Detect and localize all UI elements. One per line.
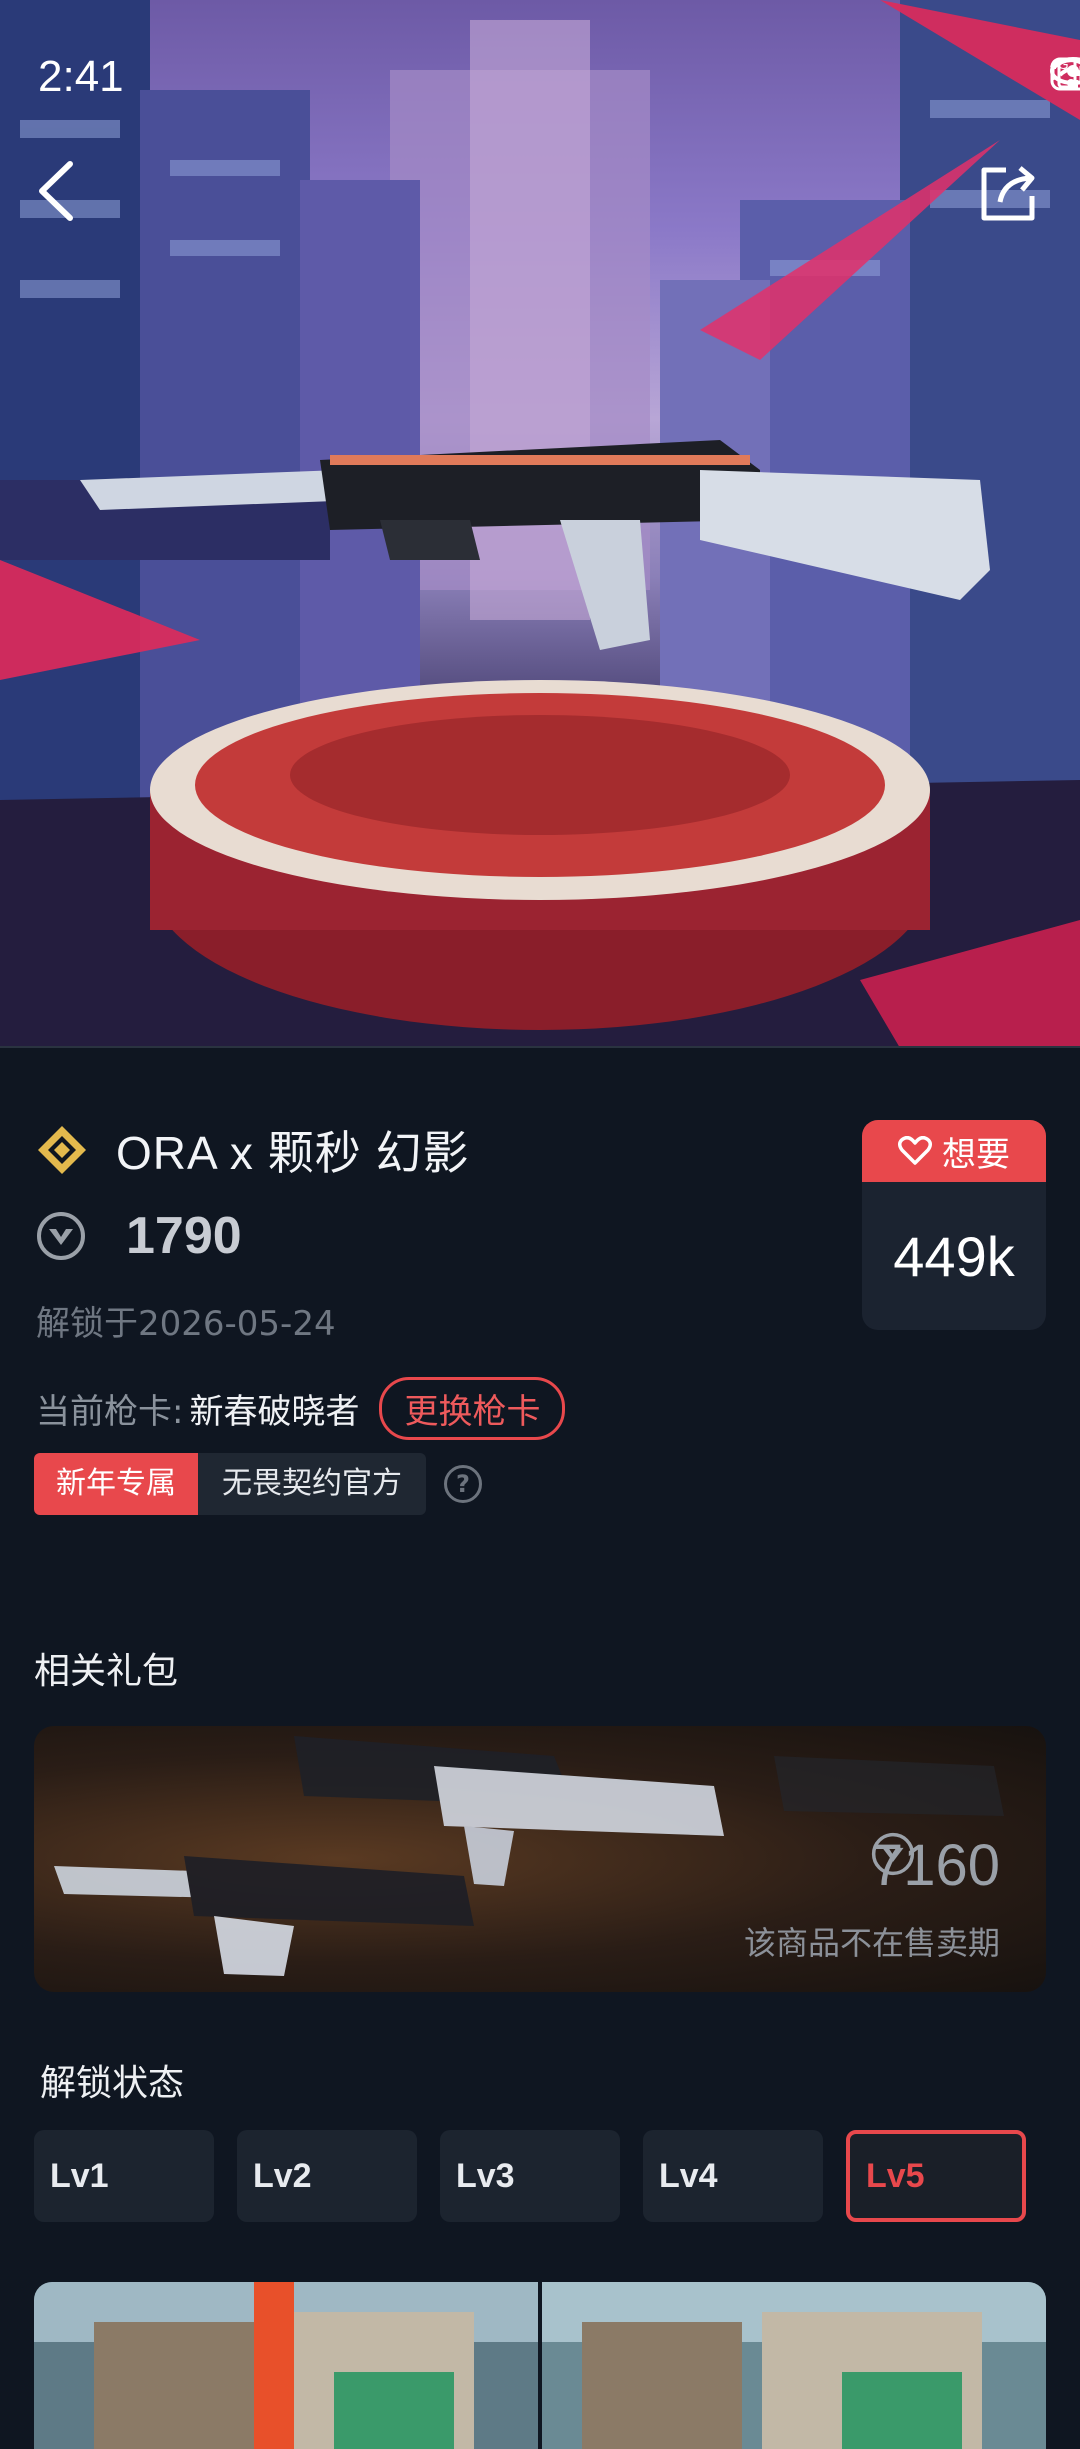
price-row: 1790	[36, 1200, 242, 1272]
current-card-row: 当前枪卡: 新春破晓者 更换枪卡	[36, 1376, 566, 1440]
heart-icon	[898, 1136, 932, 1165]
status-time: 2:41	[38, 52, 124, 101]
want-label: 想要	[942, 1134, 1010, 1175]
level-tab-lv2[interactable]: Lv2	[237, 2130, 417, 2222]
item-price: 1790	[126, 1207, 242, 1265]
current-card-name: 新春破晓者	[189, 1391, 360, 1432]
bundle-card[interactable]: 7160 该商品不在售卖期	[34, 1726, 1046, 1992]
level-tab-lv5[interactable]: Lv5	[846, 2130, 1026, 2222]
level-tab-lv1[interactable]: Lv1	[34, 2130, 214, 2222]
weapon-artwork	[0, 0, 1080, 1048]
hero-banner: 2:41 4G	[0, 0, 1080, 1048]
level-tab-lv4[interactable]: Lv4	[643, 2130, 823, 2222]
change-card-button[interactable]: 更换枪卡	[379, 1376, 566, 1440]
bundle-not-on-sale-note: 该商品不在售卖期	[743, 1924, 1000, 1962]
share-icon	[981, 166, 1035, 221]
level-tab-lv3[interactable]: Lv3	[440, 2130, 620, 2222]
share-button[interactable]	[976, 162, 1040, 226]
want-header: 想要	[862, 1120, 1046, 1182]
back-button[interactable]	[36, 160, 96, 230]
unlock-date: 解锁于2026-05-24	[36, 1304, 336, 1344]
want-button[interactable]: 想要 449k	[862, 1120, 1046, 1330]
tag-new-year: 新年专属	[34, 1453, 198, 1515]
current-card-label: 当前枪卡:	[36, 1391, 184, 1432]
battery-icon	[1050, 57, 1080, 91]
valorant-points-icon	[37, 1212, 85, 1260]
valorant-points-icon	[871, 1832, 915, 1876]
want-count: 449k	[893, 1224, 1015, 1288]
back-arrow-icon	[39, 161, 73, 221]
level-preview-image[interactable]	[34, 2282, 538, 2449]
item-title: ORA x 颗秒 幻影	[116, 1127, 470, 1179]
title-row: ORA x 颗秒 幻影	[36, 1114, 469, 1186]
tag-list: 新年专属 无畏契约官方 ?	[34, 1453, 482, 1515]
level-preview-image[interactable]	[542, 2282, 1046, 2449]
level-preview-strip	[34, 2282, 1046, 2449]
tag-official: 无畏契约官方	[198, 1453, 426, 1515]
bundle-price-row: 7160	[871, 1832, 1000, 1899]
diamond-rarity-icon	[38, 1126, 86, 1174]
unlock-section-title: 解锁状态	[40, 2063, 185, 2104]
help-icon[interactable]: ?	[444, 1465, 482, 1503]
bundle-section-title: 相关礼包	[34, 1651, 179, 1692]
level-tabs: Lv1 Lv2 Lv3 Lv4 Lv5	[34, 2130, 1026, 2222]
